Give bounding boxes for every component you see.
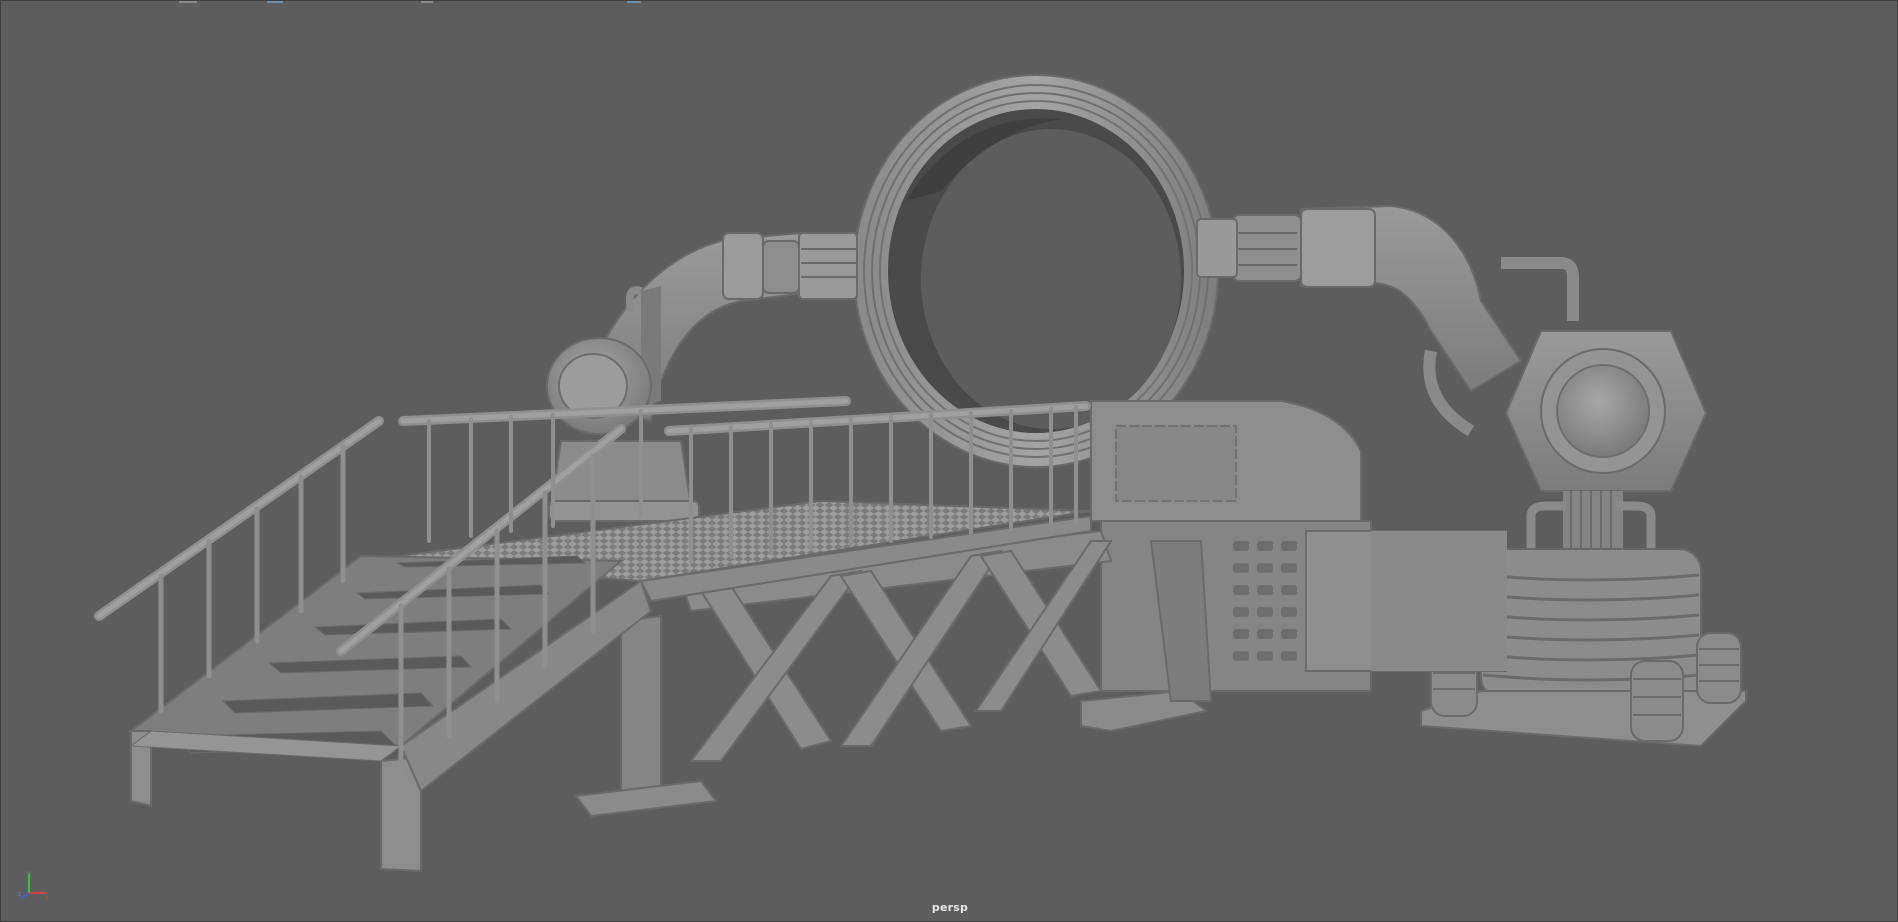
svg-text:y: y — [27, 870, 31, 877]
svg-text:z: z — [18, 891, 21, 898]
scene-model[interactable] — [1, 1, 1898, 922]
axis-gizmo-icon: y z x — [18, 870, 49, 902]
camera-name-label: persp — [931, 901, 969, 914]
viewport-persp[interactable]: y z x persp — [0, 0, 1898, 922]
